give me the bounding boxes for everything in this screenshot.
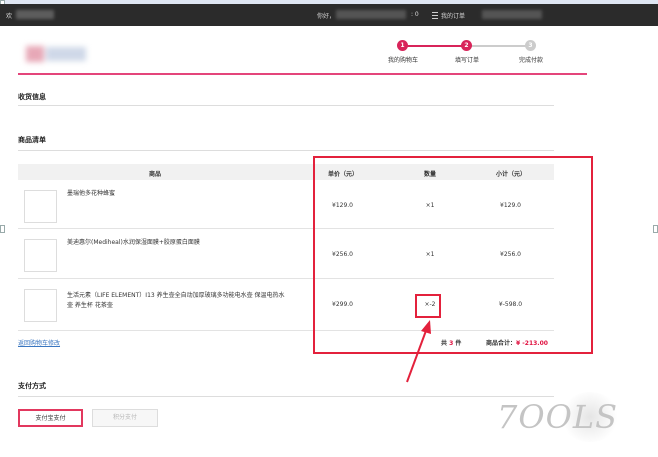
item-list-title: 商品清单 bbox=[18, 136, 46, 144]
greeting-text: 你好， bbox=[317, 13, 336, 20]
payment-method-title: 支付方式 bbox=[18, 382, 46, 390]
shipping-info-title: 收货信息 bbox=[18, 93, 46, 101]
product-name[interactable]: 墨瑞他多花种蜂蜜 bbox=[67, 189, 287, 199]
divider bbox=[18, 396, 554, 397]
highlight-annotation-box bbox=[313, 156, 593, 354]
redacted-welcome bbox=[16, 10, 54, 19]
divider bbox=[18, 150, 554, 151]
product-name[interactable]: 美迪惠尔(Mediheal)水润保湿面膜+胶原蛋白面膜 bbox=[67, 238, 287, 248]
cart-count[interactable]: : 0 bbox=[411, 11, 419, 18]
my-orders-link[interactable]: 我的订单 bbox=[432, 11, 465, 20]
back-to-cart-link[interactable]: 返回购物车修改 bbox=[18, 338, 60, 347]
redacted-nav-item bbox=[482, 10, 542, 19]
step-line-2 bbox=[466, 45, 530, 47]
product-thumbnail[interactable] bbox=[24, 239, 57, 272]
site-logo[interactable] bbox=[26, 41, 86, 67]
points-payment-button[interactable]: 积分支付 bbox=[92, 409, 158, 427]
alipay-button[interactable]: 支付宝支付 bbox=[18, 409, 83, 427]
product-thumbnail[interactable] bbox=[24, 289, 57, 322]
product-thumbnail[interactable] bbox=[24, 190, 57, 223]
quantity-highlight-box bbox=[415, 294, 441, 318]
product-name[interactable]: 生活元素（LIFE ELEMENT）I13 养生壶全自动加厚玻璃多功能电水壶 保… bbox=[67, 291, 287, 311]
step-1-circle: 1 bbox=[397, 40, 408, 51]
top-navigation-bar: 欢 你好， : 0 我的订单 bbox=[0, 4, 658, 26]
step-3-circle: 3 bbox=[525, 40, 536, 51]
resize-handle-right[interactable] bbox=[653, 225, 658, 233]
step-2-circle: 2 bbox=[461, 40, 472, 51]
step-3-label: 完成付款 bbox=[518, 57, 543, 64]
redacted-username bbox=[336, 10, 406, 19]
step-1-label: 我的购物车 bbox=[387, 57, 418, 64]
watermark-logo: 7OOLS bbox=[497, 398, 618, 436]
welcome-text: 欢 bbox=[6, 13, 13, 20]
list-icon bbox=[432, 12, 438, 19]
divider bbox=[18, 105, 554, 106]
step-line-1 bbox=[402, 45, 466, 47]
step-2-label: 填写订单 bbox=[454, 57, 479, 64]
header-product: 商品 bbox=[148, 171, 161, 178]
my-orders-label: 我的订单 bbox=[441, 13, 466, 20]
resize-handle-left[interactable] bbox=[0, 225, 5, 233]
header-divider bbox=[18, 73, 587, 75]
